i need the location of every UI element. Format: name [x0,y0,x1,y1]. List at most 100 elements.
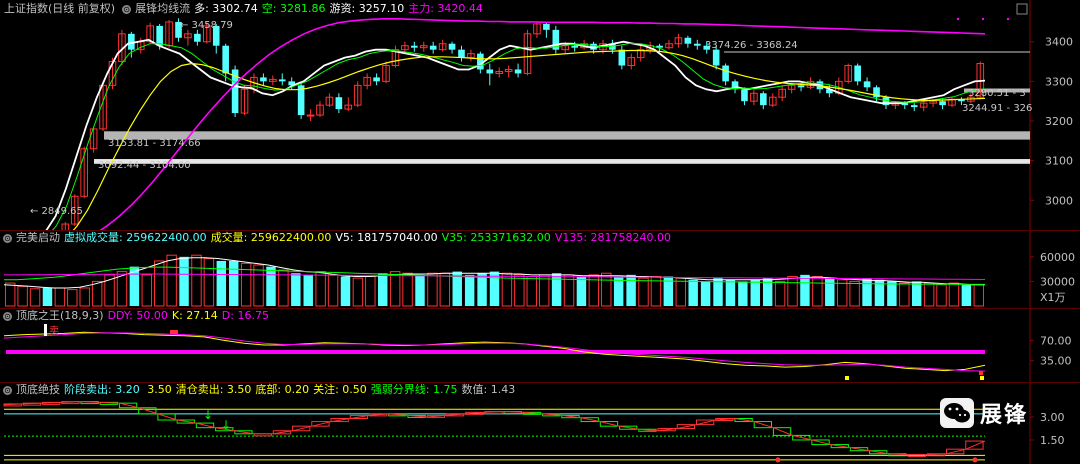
gear-icon[interactable]: ⊙ [122,4,132,14]
volume-bar [774,280,786,307]
tech-field-5: 强弱分界线: 1.75 [370,383,458,396]
volume-bar [91,280,103,307]
volume-bar [899,282,910,307]
support-band-2 [94,159,1030,164]
volume-bar [415,274,425,306]
volume-bar [17,285,28,307]
volume-bar [601,272,612,307]
candle-body [571,45,578,48]
volume-bar [266,266,276,306]
candle-body [722,65,729,82]
main-field-0: 多: 3302.74 [194,2,258,15]
candle-body [543,23,550,30]
volume-bar [862,278,872,306]
tech-panel-title: 顶底绝技 [16,383,60,396]
volume-bar [154,260,165,307]
y-tick-label: 1.50 [1040,434,1065,447]
volume-bar [911,281,922,306]
vol-field-0: 虚拟成交量: 259622400.00 [64,231,207,244]
candle-body [477,53,484,70]
candle-body [278,79,286,82]
kdj-panel[interactable]: ⊙ 顶底之王(18,9,3) DDY: 50.00 K: 27.14 D: 16.75 … [0,309,1080,382]
tech-panel-header: ⊙ 顶底绝技 阶段卖出: 3.20 3.50 清仓卖出: 3.50 底部: 0.20 关注… [0,383,523,397]
volume-bar [688,279,698,306]
y-tick-label: 35.00 [1040,355,1072,368]
ma-line-3 [99,17,986,230]
volume-bar [378,273,388,306]
main-chart-panel[interactable]: 上证指数(日线 前复权) ⊙ 展锋均线流 多: 3302.74 空: 3281.86 游资… [0,0,1080,230]
main-panel-header: 上证指数(日线 前复权) ⊙ 展锋均线流 多: 3302.74 空: 3281.86 游资… [4,2,491,16]
wechat-icon [940,398,974,428]
volume-bar [477,273,487,306]
volume-bar [526,276,537,307]
watermark-text: 展锋 [980,403,1029,428]
candle-body [373,77,380,82]
candle-body [712,49,720,66]
volume-bar [973,284,985,307]
volume-bar [42,287,53,306]
tech-field-6: 数值: 1.43 [461,383,516,396]
volume-bar [576,276,587,306]
volume-bar [67,289,78,307]
volume-bar [849,280,860,307]
volume-bar [961,284,972,306]
candle-body [429,45,437,50]
candle-body [448,43,456,50]
sell-marker-bar [44,324,47,336]
volume-bar [551,273,562,306]
volume-bar [700,281,711,306]
menu-dot [981,17,985,21]
candle-body [306,114,315,117]
volume-bar [948,282,960,307]
right-low-label: 3244.91 - 326 [962,103,1032,114]
volume-bar [936,284,947,307]
volume-bar [389,271,401,307]
menu-dot [956,17,960,21]
tech-panel[interactable]: ⊙ 顶底绝技 阶段卖出: 3.20 3.50 清仓卖出: 3.50 底部: 0.20 关注… [0,383,1080,464]
candle-body [939,101,946,106]
volume-bar [303,274,313,306]
volume-bar [538,274,550,307]
main-field-1: 空: 3281.86 [261,2,326,15]
down-arrow-icon: ↓ [203,408,213,422]
y-tick-label: 30000 [1040,275,1075,288]
kdj-field-0: DDY: 50.00 [107,309,168,322]
y-tick-label: 70.00 [1040,334,1072,347]
candle-body [194,33,201,42]
candle-body [514,69,522,74]
bottom-dot [972,457,978,463]
menu-dot [1006,17,1010,21]
candle-body [222,45,229,74]
band2-label: 3092.44 - 3104.00 [98,160,191,171]
volume-bar [166,254,177,307]
volume-bar [216,260,227,306]
tech-field-3: 底部: 0.20 [255,383,310,396]
high-label: ← 3458.79 [180,20,233,31]
kdj-panel-title: 顶底之王(18,9,3) [16,309,104,322]
y-tick-label: 3300 [1045,75,1073,88]
main-panel-title: 上证指数(日线 前复权) [4,2,116,15]
vol-field-2: V5: 181757040.00 [335,231,438,244]
kdj-field-1: K: 27.14 [171,309,218,322]
volume-bar [800,274,810,306]
kdj-panel-header: ⊙ 顶底之王(18,9,3) DDY: 50.00 K: 27.14 D: 16.75 [0,309,277,323]
y-tick-label: 60000 [1040,251,1075,264]
volume-bar [29,288,41,307]
signal-marker [845,376,849,380]
tech-field-1: 3.50 [143,383,172,396]
gear-icon[interactable]: ⊙ [3,233,12,243]
gear-icon[interactable]: ⊙ [3,311,12,321]
vol-field-4: V135: 281758240.00 [554,231,672,244]
candle-body [156,25,163,46]
gear-icon[interactable]: ⊙ [3,385,12,395]
volume-bar [923,282,935,307]
volume-bar [464,274,475,306]
volume-bar [713,278,723,306]
volume-bar [365,276,376,307]
volume-bar [887,281,897,306]
volume-bar [787,276,798,307]
volume-panel[interactable]: ⊙ 完美启动 虚拟成交量: 259622400.00 成交量: 259622400.0… [0,231,1080,308]
right-mid-label: 3280.51 - 3 [968,88,1026,99]
candle-body [760,93,767,106]
band1-label: 3153.81 - 3174.66 [108,138,201,149]
